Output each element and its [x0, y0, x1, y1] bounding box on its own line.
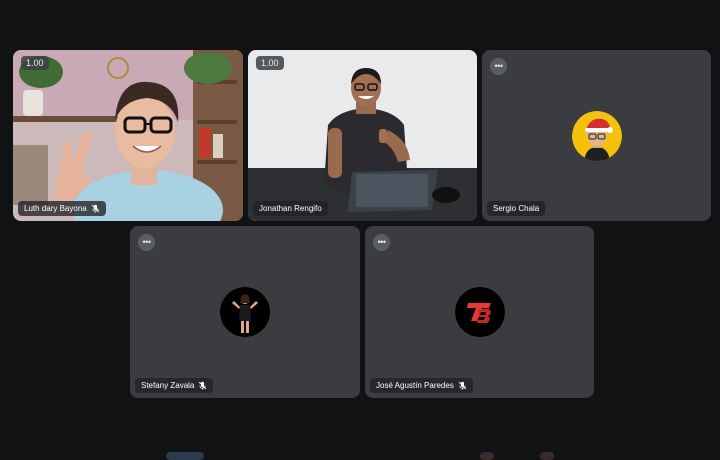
- control-button[interactable]: [540, 452, 554, 460]
- control-button[interactable]: [166, 452, 204, 460]
- mic-off-icon: [91, 204, 99, 213]
- participant-name: Jonathan Rengifo: [259, 204, 322, 213]
- participant-tile-jonathan[interactable]: 1.00 Jonathan Rengifo: [248, 50, 477, 221]
- mic-off-icon: [458, 381, 467, 390]
- avatar-sergio: [571, 110, 622, 161]
- participant-tile-stefany[interactable]: ••• Stefany Zavala: [130, 226, 360, 398]
- audio-level-badge: 1.00: [256, 56, 284, 70]
- participant-name-tag: Luth dary Bayona: [18, 201, 106, 216]
- more-options-button[interactable]: •••: [373, 234, 390, 251]
- participant-name-tag: Stefany Zavala: [135, 378, 214, 393]
- meeting-controls-bar: [0, 450, 720, 460]
- participant-name-tag: José Agustín Paredes: [370, 378, 473, 393]
- participant-name-tag: Sergio Chala: [487, 201, 546, 216]
- participant-video-luth: [13, 50, 243, 221]
- audio-level-badge: 1.00: [21, 56, 49, 70]
- participant-name: José Agustín Paredes: [376, 381, 454, 390]
- mic-off-icon: [199, 381, 207, 390]
- participant-video-jonathan: [248, 50, 477, 221]
- participant-tile-jose[interactable]: ••• José Agustín Paredes: [365, 226, 594, 398]
- avatar-stefany: [220, 287, 270, 337]
- participant-name-tag: Jonathan Rengifo: [253, 201, 328, 216]
- more-options-button[interactable]: •••: [138, 234, 155, 251]
- more-options-button[interactable]: •••: [490, 58, 507, 75]
- participant-tile-sergio[interactable]: ••• Sergio Chala: [482, 50, 711, 221]
- participant-name: Luth dary Bayona: [24, 204, 87, 213]
- participant-name: Stefany Zavala: [141, 381, 195, 390]
- avatar-jose: [454, 287, 505, 337]
- control-button[interactable]: [480, 452, 494, 460]
- participant-name: Sergio Chala: [493, 204, 540, 213]
- participant-tile-luth[interactable]: 1.00 Luth dary Bayona: [13, 50, 243, 221]
